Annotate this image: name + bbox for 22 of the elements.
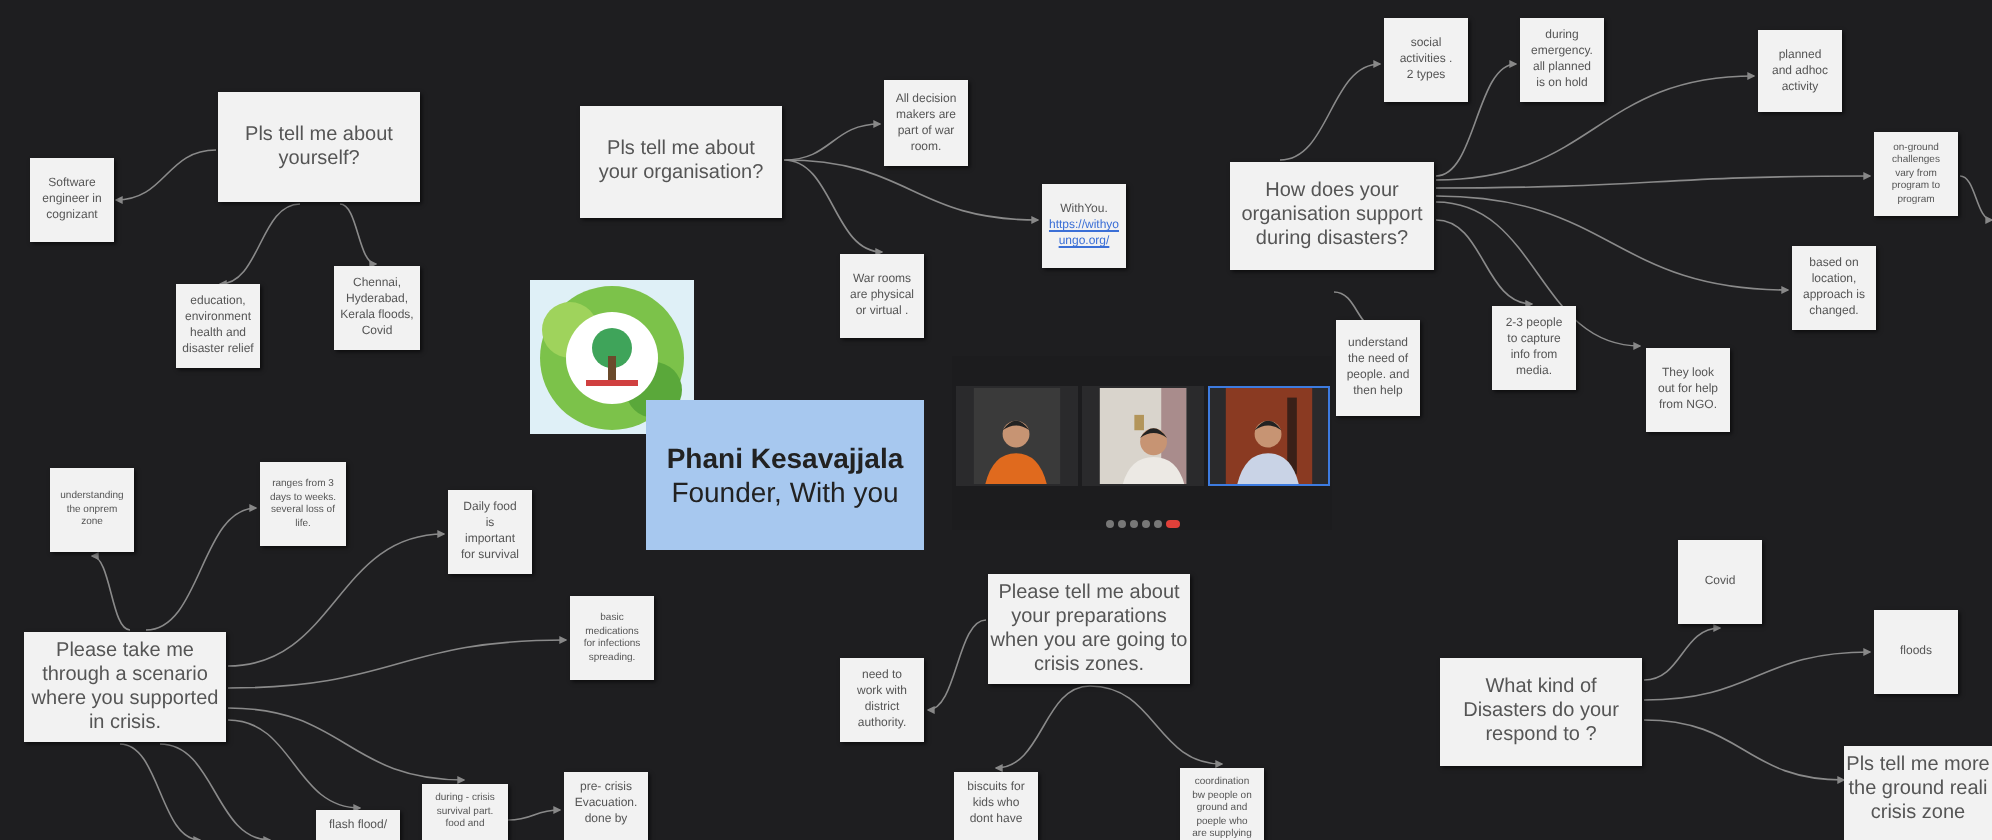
connector-arrow [119, 743, 202, 840]
connector-arrow [507, 806, 562, 821]
video-tile[interactable] [1082, 386, 1204, 486]
connector-arrow [926, 619, 987, 713]
connector-arrow [1089, 685, 1224, 768]
person-role: Founder, With you [671, 475, 899, 509]
sticky-note: Please take me through a scenario where you supported in crisis. [24, 632, 226, 742]
sticky-note: Pls tell me about yourself? [218, 92, 420, 202]
connector-arrow [1279, 61, 1382, 161]
connector-arrow [1959, 175, 1992, 223]
sticky-note: Pls tell me more the ground reali crisis zone [1844, 746, 1992, 840]
sticky-note: Pls tell me about your organisation? [580, 106, 782, 218]
video-tile[interactable] [1208, 386, 1330, 486]
sticky-note: Please tell me about your preparations when you are going to crisis zones. [988, 574, 1190, 684]
connector-arrow [994, 685, 1091, 771]
connector-arrow [339, 203, 378, 266]
sticky-note: How does your organisation support during disasters? [1230, 162, 1434, 270]
video-tile[interactable] [956, 386, 1078, 486]
connector-arrow [90, 554, 131, 631]
person-name: Phani Kesavajjala [666, 441, 904, 475]
end-call-icon[interactable] [1166, 520, 1180, 528]
sticky-note: What kind of Disasters do your respond to ? [1440, 658, 1642, 766]
